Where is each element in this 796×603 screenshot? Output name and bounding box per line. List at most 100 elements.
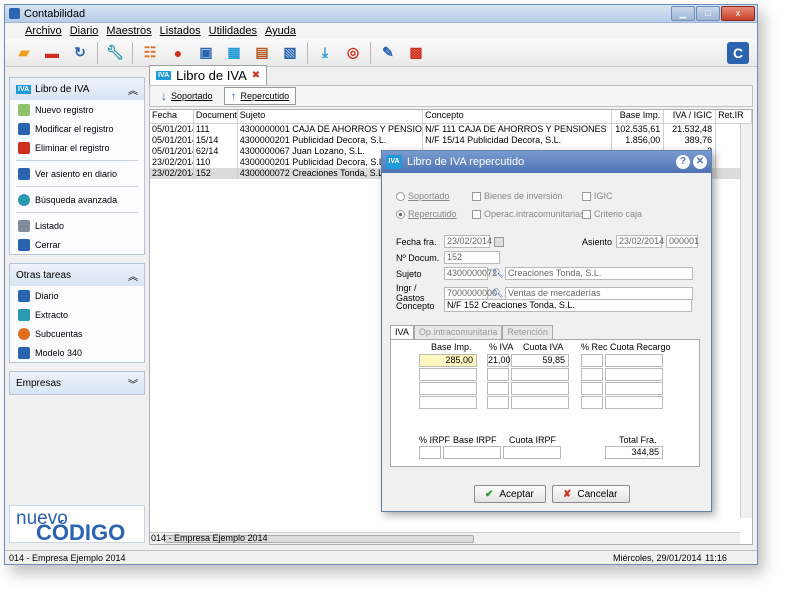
status-time: 11:16 xyxy=(705,552,727,563)
tab-libro-iva[interactable]: IVA Libro de IVA ✖ xyxy=(149,65,268,85)
iva-cell[interactable] xyxy=(605,396,663,409)
tree-icon[interactable]: ☷ xyxy=(139,42,161,64)
col-documento[interactable]: Documento xyxy=(194,110,238,123)
search-report-icon[interactable]: ▧ xyxy=(279,42,301,64)
iva-cell[interactable] xyxy=(581,382,603,395)
iva-cell[interactable] xyxy=(487,382,509,395)
irpf-pct-field[interactable] xyxy=(419,446,441,459)
sujeto-code-field[interactable]: 4300000072 xyxy=(444,267,497,280)
col-fecha[interactable]: Fecha xyxy=(150,110,194,123)
criterio-caja-check[interactable]: Criterio caja xyxy=(582,209,642,219)
maximize-button[interactable]: □ xyxy=(696,6,720,21)
cerrar-item[interactable]: Cerrar xyxy=(10,235,144,254)
table-row[interactable]: 05/01/2014 111 4300000001 CAJA DE AHORROS … xyxy=(150,124,752,135)
help-icon[interactable]: ? xyxy=(676,155,690,169)
search-icon[interactable]: 🔍︎ xyxy=(492,269,503,278)
iva-cell[interactable]: 21,00 xyxy=(487,354,511,367)
iva-cell[interactable] xyxy=(581,368,603,381)
iva-cell[interactable] xyxy=(605,382,663,395)
aceptar-button[interactable]: ✔ Aceptar xyxy=(474,485,546,503)
red-folder-icon[interactable]: ▬ xyxy=(41,42,63,64)
col-concepto[interactable]: Concepto xyxy=(423,110,613,123)
col-iva-igic[interactable]: IVA / IGIC xyxy=(664,110,717,123)
eliminar-registro-item[interactable]: Eliminar el registro xyxy=(10,138,144,157)
iva-cell[interactable] xyxy=(419,396,477,409)
search-icon[interactable]: 🔍︎ xyxy=(492,288,503,298)
modificar-registro-item[interactable]: Modificar el registro xyxy=(10,119,144,138)
download-icon[interactable]: ⤓ xyxy=(314,42,336,64)
menu-listados[interactable]: Listados xyxy=(160,25,201,37)
tab-iva[interactable]: IVA xyxy=(390,325,414,339)
fecha-field[interactable]: 23/02/2014 xyxy=(444,235,492,248)
menu-utilidades[interactable]: Utilidades xyxy=(209,25,257,37)
ingr-code-field[interactable]: 7000000000 xyxy=(444,286,497,300)
refresh-icon[interactable]: ↻ xyxy=(69,42,91,64)
vertical-scrollbar[interactable] xyxy=(740,124,752,518)
subcuentas-item[interactable]: Subcuentas xyxy=(10,324,144,343)
nuevo-registro-item[interactable]: Nuevo registro xyxy=(10,100,144,119)
base-irpf-field[interactable] xyxy=(443,446,501,459)
menu-maestros[interactable]: Maestros xyxy=(106,25,151,37)
lifebuoy-icon[interactable]: ◎ xyxy=(342,42,364,64)
iva-cell[interactable] xyxy=(605,354,663,367)
menu-ayuda[interactable]: Ayuda xyxy=(265,25,296,37)
iva-cell[interactable] xyxy=(581,396,603,409)
iva-cell[interactable] xyxy=(511,382,569,395)
pen-icon[interactable]: ✎ xyxy=(377,42,399,64)
close-tab-icon[interactable]: ✖ xyxy=(252,70,260,81)
briefcase-icon[interactable]: ▤ xyxy=(251,42,273,64)
close-icon[interactable]: ✕ xyxy=(693,155,707,169)
iva-cell[interactable] xyxy=(511,396,569,409)
iva-cell[interactable] xyxy=(605,368,663,381)
menu-diario[interactable]: Diario xyxy=(70,25,99,37)
iva-icon[interactable]: ▦ xyxy=(223,42,245,64)
user-icon[interactable]: ● xyxy=(167,42,189,64)
table-cell: 15/14 xyxy=(194,135,238,146)
col-base-imp[interactable]: Base Imp. xyxy=(612,110,665,123)
concepto-field[interactable]: N/F 152 Creaciones Tonda, S.L. xyxy=(444,299,692,312)
busqueda-avanzada-item[interactable]: Búsqueda avanzada xyxy=(10,190,144,209)
collapse-icon[interactable]: ︽ xyxy=(128,268,138,283)
extracto-item[interactable]: Extracto xyxy=(10,305,144,324)
iva-cell[interactable]: 285,00 xyxy=(419,354,477,367)
iva-cell[interactable] xyxy=(487,368,509,381)
cuota-irpf-field[interactable] xyxy=(503,446,561,459)
cancelar-button[interactable]: ✘ Cancelar xyxy=(552,485,630,503)
close-button[interactable]: x xyxy=(721,6,755,21)
soportado-button[interactable]: ↓ Soportado xyxy=(154,87,220,105)
repercutido-radio[interactable]: Repercutido xyxy=(396,209,457,219)
calendar-icon[interactable] xyxy=(494,236,504,247)
table-cell: 4300000001 CAJA DE AHORROS Y PENSIONES xyxy=(239,124,424,135)
diario-item[interactable]: Diario xyxy=(10,286,144,305)
repercutido-button[interactable]: ↑ Repercutido xyxy=(223,87,297,105)
col-sujeto[interactable]: Sujeto xyxy=(238,110,424,123)
col-ret-ir[interactable]: Ret.IR xyxy=(716,110,752,123)
iva-cell[interactable] xyxy=(419,382,477,395)
igic-check[interactable]: IGIC xyxy=(582,191,613,201)
wrench-icon[interactable]: 🔧︎ xyxy=(104,42,126,64)
bienes-inversion-check[interactable]: Bienes de inversión xyxy=(472,191,563,201)
expand-icon[interactable]: ︾ xyxy=(128,376,138,391)
minimize-button[interactable]: ▁ xyxy=(671,6,695,21)
ver-asiento-item[interactable]: Ver asiento en diario xyxy=(10,164,144,183)
calendar-icon[interactable]: ▣ xyxy=(195,42,217,64)
tab-op-intracomunitaria[interactable]: Op.intracomunitaria xyxy=(413,325,503,339)
modelo-340-item[interactable]: Modelo 340 xyxy=(10,343,144,362)
iva-cell[interactable]: 59,85 xyxy=(511,354,569,367)
arrow-down-icon: ↓ xyxy=(161,89,167,103)
collapse-icon[interactable]: ︽ xyxy=(128,82,138,97)
iva-cell[interactable] xyxy=(419,368,477,381)
table-row[interactable]: 05/01/2014 15/14 4300000201 Publicidad Dec… xyxy=(150,135,752,146)
nuevo-codigo-logo: nuevo CÓDIGO xyxy=(9,505,145,545)
iva-cell[interactable] xyxy=(487,396,509,409)
iva-cell[interactable] xyxy=(511,368,569,381)
calculator-icon[interactable]: ▩ xyxy=(405,42,427,64)
listado-item[interactable]: Listado xyxy=(10,216,144,235)
ndoc-field[interactable]: 152 xyxy=(444,251,500,264)
open-folder-icon[interactable]: ▰ xyxy=(13,42,35,64)
operac-intracom-check[interactable]: Operac.intracomunitarias xyxy=(472,209,585,219)
soportado-radio[interactable]: Soportado xyxy=(396,191,450,201)
menu-archivo[interactable]: Archivo xyxy=(25,25,62,37)
iva-cell[interactable] xyxy=(581,354,603,367)
tab-retencion[interactable]: Retención xyxy=(502,325,553,339)
